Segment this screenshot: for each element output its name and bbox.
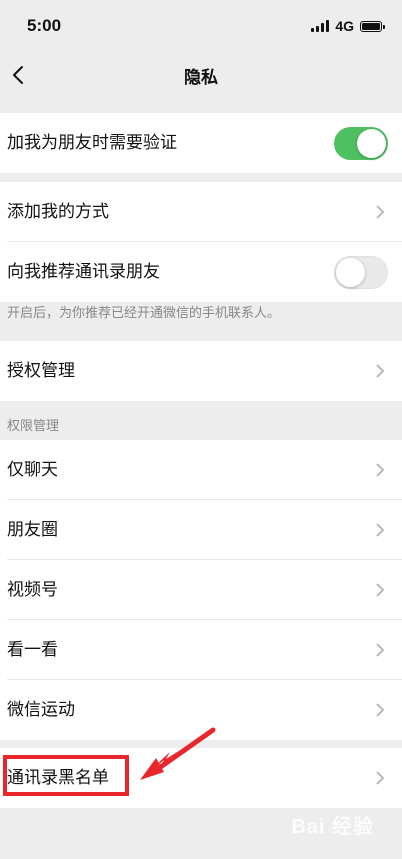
recommend-contacts-row[interactable]: 向我推荐通讯录朋友: [0, 242, 402, 302]
top-stories-row[interactable]: 看一看: [0, 620, 402, 680]
chat-only-label: 仅聊天: [7, 460, 58, 480]
battery-icon: [360, 20, 385, 32]
toggle-knob: [357, 129, 386, 158]
signal-icon: [311, 20, 330, 32]
watermark: Bai 经验: [291, 816, 374, 838]
top-stories-label: 看一看: [7, 640, 58, 660]
toggle-knob: [336, 258, 365, 287]
recommend-contacts-toggle[interactable]: [334, 256, 388, 289]
network-type: 4G: [335, 18, 354, 34]
auth-management-label: 授权管理: [7, 361, 75, 381]
permissions-section-header: 权限管理: [7, 419, 60, 434]
chevron-right-icon: [376, 771, 385, 785]
moments-label: 朋友圈: [7, 520, 58, 540]
werun-label: 微信运动: [7, 700, 75, 720]
chevron-right-icon: [376, 583, 385, 597]
channels-row[interactable]: 视频号: [0, 560, 402, 620]
chevron-right-icon: [376, 523, 385, 537]
navigation-bar: 隐私: [0, 50, 402, 100]
chevron-right-icon: [376, 703, 385, 717]
recommend-contacts-label: 向我推荐通讯录朋友: [7, 262, 160, 282]
add-methods-row[interactable]: 添加我的方式: [0, 182, 402, 242]
chevron-right-icon: [376, 463, 385, 477]
annotation-highlight-box: [3, 755, 129, 796]
verify-friend-toggle[interactable]: [334, 127, 388, 160]
verify-friend-row[interactable]: 加我为朋友时需要验证: [0, 113, 402, 173]
add-methods-label: 添加我的方式: [7, 202, 109, 222]
chat-only-row[interactable]: 仅聊天: [0, 440, 402, 500]
page-title: 隐私: [184, 68, 218, 88]
channels-label: 视频号: [7, 580, 58, 600]
recommend-hint-text: 开启后，为你推荐已经开通微信的手机联系人。: [7, 306, 281, 321]
werun-row[interactable]: 微信运动: [0, 680, 402, 740]
status-bar: 5:00 4G: [0, 0, 402, 50]
chevron-right-icon: [376, 643, 385, 657]
moments-row[interactable]: 朋友圈: [0, 500, 402, 560]
status-indicators: 4G: [311, 18, 385, 34]
status-time: 5:00: [27, 16, 62, 35]
chevron-right-icon: [376, 364, 385, 378]
auth-management-row[interactable]: 授权管理: [0, 341, 402, 401]
chevron-right-icon: [376, 205, 385, 219]
verify-friend-label: 加我为朋友时需要验证: [7, 133, 177, 153]
